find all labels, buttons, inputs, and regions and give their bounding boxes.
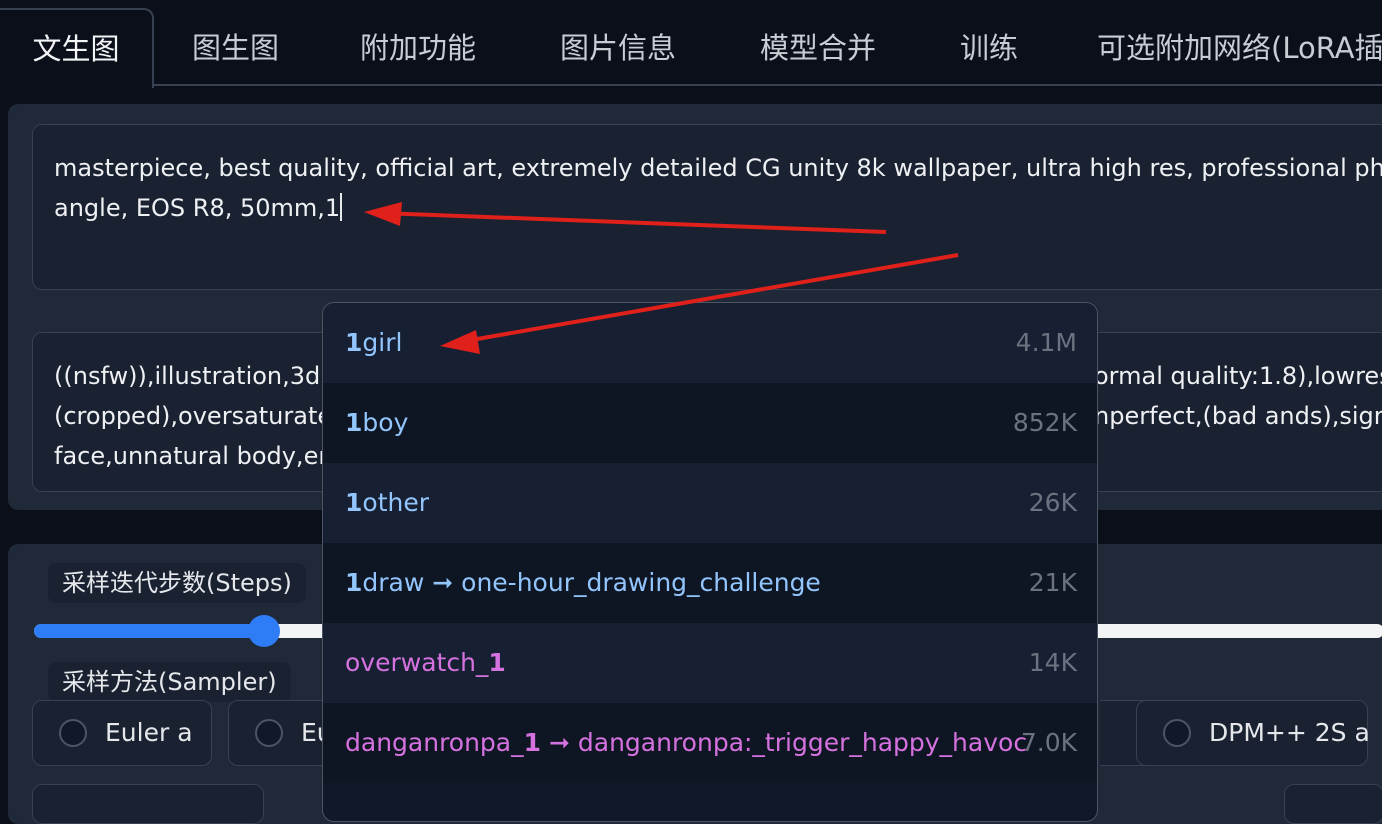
autocomplete-option[interactable]: 1girl 4.1M xyxy=(323,303,1097,383)
autocomplete-option-prefix: 1 xyxy=(345,408,363,437)
autocomplete-option-count: 21K xyxy=(1028,568,1077,597)
autocomplete-option-rest: 1 xyxy=(488,648,505,677)
autocomplete-option-match: 1 xyxy=(523,728,542,757)
prompt-text: masterpiece, best quality, official art,… xyxy=(54,148,1382,228)
negative-line-1-right: ormal quality:1.8),lowres xyxy=(1094,362,1382,390)
autocomplete-option-text: 1draw ➞ one-hour_drawing_challenge xyxy=(345,543,821,623)
prompt-line-1: masterpiece, best quality, official art,… xyxy=(54,154,1382,182)
autocomplete-option[interactable]: danganronpa_1 ➞ danganronpa:_trigger_hap… xyxy=(323,703,1097,783)
autocomplete-option-prefix: overwatch_ xyxy=(345,648,489,677)
sampler-option-row3[interactable] xyxy=(32,784,264,824)
sampler-option-label: Euler a xyxy=(105,718,193,747)
autocomplete-option-text: 1other xyxy=(345,463,429,543)
negative-line-1-left: ((nsfw)),illustration,3d, xyxy=(54,362,328,390)
autocomplete-option-count: 7.0K xyxy=(1020,728,1077,757)
autocomplete-option-rest: draw ➞ one-hour_drawing_challenge xyxy=(362,568,821,597)
tab-img2img[interactable]: 图生图 xyxy=(192,10,279,86)
steps-slider-fill xyxy=(34,624,264,638)
negative-line-2-left: (cropped),oversaturate xyxy=(54,402,333,430)
autocomplete-option-rest: boy xyxy=(362,408,409,437)
autocomplete-option-prefix: danganronpa_ xyxy=(345,728,524,757)
steps-label: 采样迭代步数(Steps) xyxy=(48,563,306,603)
autocomplete-option-rest: other xyxy=(362,488,430,517)
autocomplete-option-text: danganronpa_1 ➞ danganronpa:_trigger_hap… xyxy=(345,703,1027,783)
tab-additional-networks[interactable]: 可选附加网络(LoRA插 xyxy=(1097,10,1382,86)
autocomplete-option-text: overwatch_1 xyxy=(345,623,506,703)
autocomplete-option[interactable]: overwatch_1 14K xyxy=(323,623,1097,703)
autocomplete-option[interactable]: 1other 26K xyxy=(323,463,1097,543)
radio-circle-icon xyxy=(1163,719,1191,747)
sampler-option-euler-a[interactable]: Euler a xyxy=(32,700,212,766)
sampler-option-label: DPM++ 2S a xyxy=(1209,718,1370,747)
autocomplete-option-count: 4.1M xyxy=(1015,328,1077,357)
tab-png-info[interactable]: 图片信息 xyxy=(560,10,676,86)
text-caret xyxy=(340,193,343,221)
prompt-line-2: angle, EOS R8, 50mm,1 xyxy=(54,194,341,222)
autocomplete-option-count: 26K xyxy=(1028,488,1077,517)
sampler-option-row3[interactable] xyxy=(1284,784,1382,824)
sampler-option-dpmpp-2s-a[interactable]: DPM++ 2S a xyxy=(1136,700,1370,766)
autocomplete-option-prefix: 1 xyxy=(345,488,363,517)
autocomplete-option-prefix: 1 xyxy=(345,328,363,357)
negative-line-2-right: nperfect,(bad ands),signa xyxy=(1094,402,1382,430)
autocomplete-option-match: 1 xyxy=(488,648,506,677)
tab-bar: 文生图 图生图 附加功能 图片信息 模型合并 训练 可选附加网络(LoRA插 xyxy=(0,0,1382,88)
autocomplete-option-rest: 1 ➞ danganronpa:_trigger_happy_havoc xyxy=(523,728,1028,757)
radio-circle-icon xyxy=(59,719,87,747)
autocomplete-dropdown: 1girl 4.1M 1boy 852K 1other 26K 1draw ➞ one-ho… xyxy=(322,302,1098,822)
tab-txt2img[interactable]: 文生图 xyxy=(0,8,154,88)
tab-extras[interactable]: 附加功能 xyxy=(360,10,476,86)
autocomplete-option-count: 852K xyxy=(1012,408,1077,437)
autocomplete-option-text: 1boy xyxy=(345,383,408,463)
autocomplete-option-text: 1girl xyxy=(345,303,402,383)
autocomplete-option-count: 14K xyxy=(1028,648,1077,677)
sampler-label: 采样方法(Sampler) xyxy=(48,662,291,702)
tab-train[interactable]: 训练 xyxy=(960,10,1018,86)
autocomplete-option-rest: girl xyxy=(362,328,403,357)
negative-line-3-left: face,unnatural body,err xyxy=(54,442,338,470)
autocomplete-option[interactable]: 1draw ➞ one-hour_drawing_challenge 21K xyxy=(323,543,1097,623)
autocomplete-option[interactable]: 1boy 852K xyxy=(323,383,1097,463)
autocomplete-option-prefix: 1 xyxy=(345,568,363,597)
negative-prompt-text-right: ormal quality:1.8),lowres nperfect,(bad … xyxy=(1094,356,1382,436)
tab-checkpoint-merger[interactable]: 模型合并 xyxy=(760,10,876,86)
radio-circle-icon xyxy=(255,719,283,747)
steps-slider-thumb[interactable] xyxy=(247,615,280,647)
